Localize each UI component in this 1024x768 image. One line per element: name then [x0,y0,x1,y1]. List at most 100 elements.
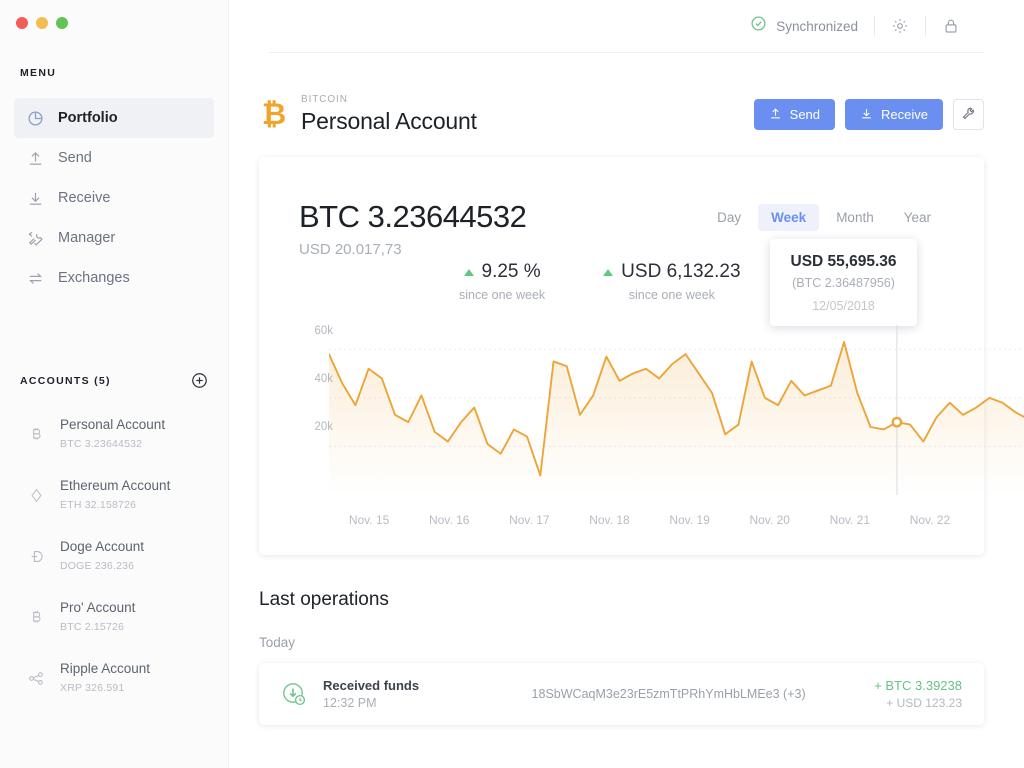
account-text: Ethereum Account ETH 32.158726 [60,477,170,514]
app-window: MENU Portfolio Send [0,0,1024,768]
bitcoin-icon [26,608,46,628]
balance-primary: BTC 3.23644532 [299,199,526,235]
account-text: Doge Account DOGE 236.236 [60,538,144,575]
sidebar-item-exchanges[interactable]: Exchanges [14,258,214,298]
operation-amounts: + BTC 3.39238 + USD 123.23 [874,678,962,710]
send-button[interactable]: Send [754,99,835,130]
account-name: Ripple Account [60,661,150,676]
account-header: ₿ BITCOIN Personal Account Send [259,94,984,135]
chart-svg [329,325,1024,495]
upload-arrow-icon [769,107,782,123]
sidebar-item-label: Manager [58,230,115,246]
range-day[interactable]: Day [704,204,754,231]
bitcoin-icon: ₿ [259,100,289,130]
x-axis-labels: Nov. 15 Nov. 16 Nov. 17 Nov. 18 Nov. 19 … [329,513,970,527]
accounts-heading: ACCOUNTS (5) [20,375,111,387]
table-row[interactable]: Received funds 12:32 PM 18SbWCaqM3e23rE5… [259,663,984,725]
range-week[interactable]: Week [758,204,819,231]
operation-address: 18SbWCaqM3e23rE5zmTtPRhYmHbLMEe3 (+3) [463,687,874,701]
stat-value-row: 9.25 % [459,261,545,283]
tooltip-crypto: (BTC 2.36487956) [780,276,907,290]
operation-type: Received funds [323,678,463,693]
sidebar-item-label: Send [58,150,92,166]
receive-button[interactable]: Receive [845,99,943,130]
operation-amount-fiat: + USD 123.23 [874,696,962,710]
account-item-personal[interactable]: Personal Account BTC 3.23644532 [0,404,228,465]
range-selector: Day Week Month Year [704,204,944,231]
stat-value-row: USD 6,132.23 [603,261,740,283]
account-currency-label: BITCOIN [301,94,754,105]
account-text: Pro' Account BTC 2.15726 [60,599,135,636]
minimize-button[interactable] [36,17,48,29]
account-header-text: BITCOIN Personal Account [301,94,754,135]
stat-percent-change: 9.25 % since one week [459,261,545,302]
y-axis-labels: 60k 40k 20k [293,325,333,445]
gear-icon[interactable] [891,17,909,35]
x-tick-label: Nov. 21 [810,513,890,527]
ethereum-icon [26,486,46,506]
account-item-pro[interactable]: Pro' Account BTC 2.15726 [0,587,228,648]
check-circle-icon [750,15,767,37]
account-name: Pro' Account [60,600,135,615]
receive-button-label: Receive [881,107,928,122]
sidebar-item-portfolio[interactable]: Portfolio [14,98,214,138]
dogecoin-icon [26,547,46,567]
divider [874,16,875,36]
account-name: Doge Account [60,539,144,554]
range-month[interactable]: Month [823,204,887,231]
ripple-icon [26,669,46,689]
tooltip-amount: USD 55,695.36 [780,253,907,271]
chart-marker [893,418,901,426]
range-year[interactable]: Year [891,204,944,231]
accounts-heading-row: ACCOUNTS (5) [20,372,208,389]
wrench-icon [961,106,976,124]
operation-time: 12:32 PM [323,696,463,710]
operation-amount-crypto: + BTC 3.39238 [874,678,962,693]
operation-info: Received funds 12:32 PM [323,678,463,710]
bitcoin-icon [26,425,46,445]
accounts-list: Personal Account BTC 3.23644532 Ethereum… [0,404,228,709]
sidebar-item-manager[interactable]: Manager [14,218,214,258]
maximize-button[interactable] [56,17,68,29]
operations-day-group: Today [259,635,984,650]
upload-arrow-icon [26,149,44,167]
price-chart[interactable]: 60k 40k 20k [259,325,984,515]
sidebar-item-send[interactable]: Send [14,138,214,178]
receive-clock-icon [281,681,307,707]
balance-block: BTC 3.23644532 USD 20.017,73 [299,199,526,258]
page-title: Personal Account [301,108,754,135]
pie-chart-icon [26,109,44,127]
sidebar: MENU Portfolio Send [0,0,229,768]
arrow-up-icon [603,269,613,276]
stat-caption: since one week [603,288,740,302]
divider [925,16,926,36]
account-item-ripple[interactable]: Ripple Account XRP 326.591 [0,648,228,709]
account-settings-button[interactable] [953,99,984,130]
x-tick-label: Nov. 20 [730,513,810,527]
lock-icon[interactable] [942,17,960,35]
account-name: Personal Account [60,417,165,432]
main-content: Synchronized ₿ BITCOIN Personal [229,0,1024,768]
account-name: Ethereum Account [60,478,170,493]
stat-value: 9.25 % [482,261,541,283]
account-text: Personal Account BTC 3.23644532 [60,416,165,453]
account-item-ethereum[interactable]: Ethereum Account ETH 32.158726 [0,465,228,526]
sidebar-item-receive[interactable]: Receive [14,178,214,218]
add-account-button[interactable] [191,372,208,389]
menu-heading: MENU [20,67,56,79]
top-bar: Synchronized [269,0,984,53]
close-button[interactable] [16,17,28,29]
account-item-doge[interactable]: Doge Account DOGE 236.236 [0,526,228,587]
chart-tooltip: USD 55,695.36 (BTC 2.36487956) 12/05/201… [770,239,917,326]
x-tick-label: Nov. 17 [489,513,569,527]
stats-row: 9.25 % since one week USD 6,132.23 since… [459,261,741,302]
chart-card: BTC 3.23644532 USD 20.017,73 Day Week Mo… [259,157,984,555]
x-tick-label: Nov. 18 [569,513,649,527]
account-balance: ETH 32.158726 [60,499,136,511]
download-arrow-icon [26,189,44,207]
tooltip-date: 12/05/2018 [780,299,907,313]
stat-value: USD 6,132.23 [621,261,740,283]
x-tick-label: Nov. 22 [890,513,970,527]
send-button-label: Send [790,107,820,122]
account-balance: BTC 3.23644532 [60,438,142,450]
